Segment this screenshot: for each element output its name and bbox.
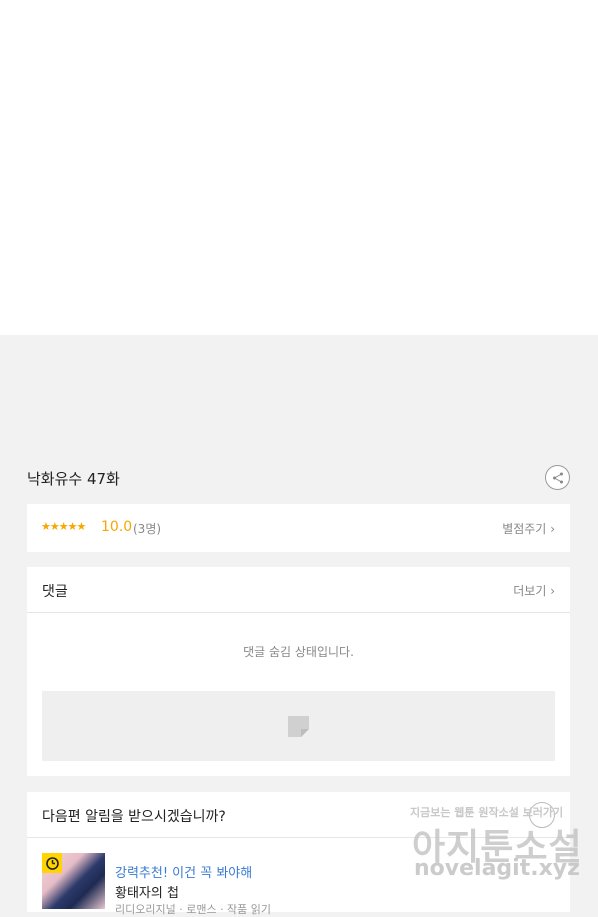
comments-title: 댓글	[42, 584, 68, 600]
rate-button[interactable]: 별점주기 ›	[502, 520, 555, 537]
notify-question: 다음편 알림을 받으시겠습니까?	[42, 809, 226, 825]
episode-header: 낙화유수 47화	[27, 462, 570, 494]
notify-toggle-icon[interactable]	[529, 802, 555, 828]
more-button-label: 더보기	[513, 584, 547, 598]
more-comments-button[interactable]: 더보기 ›	[513, 582, 555, 599]
comment-input-area[interactable]	[42, 691, 555, 761]
notify-header: 다음편 알림을 받으시겠습니까?	[27, 792, 570, 838]
rating-stars: ★★★★★	[41, 520, 86, 533]
document-icon	[288, 716, 309, 737]
share-icon	[552, 472, 563, 483]
comments-hidden-message: 댓글 숨김 상태입니다.	[243, 645, 354, 659]
rating-card: ★★★★★ 10.0 (3명) 별점주기 ›	[27, 504, 570, 552]
comments-card: 댓글 더보기 › 댓글 숨김 상태입니다.	[27, 567, 570, 776]
chevron-right-icon: ›	[550, 522, 555, 536]
episode-title: 낙화유수 47화	[27, 470, 120, 488]
chevron-right-icon: ›	[550, 584, 555, 598]
notify-card: 다음편 알림을 받으시겠습니까? 강력추천! 이건 꼭 봐야해 황태자의 첩 리…	[27, 792, 570, 916]
comments-header: 댓글 더보기 ›	[27, 567, 570, 613]
rating-score: 10.0	[101, 519, 133, 535]
content-area	[0, 0, 598, 335]
recommendation-label[interactable]: 강력추천! 이건 꼭 봐야해	[115, 862, 252, 881]
clock-icon	[42, 853, 62, 873]
recommendation-subtitle: 리디오리지널 · 로맨스 · 작품 읽기	[115, 903, 272, 916]
recommendation-title[interactable]: 황태자의 첩	[115, 882, 179, 901]
rating-count: (3명)	[133, 522, 162, 536]
share-button[interactable]	[545, 465, 570, 490]
recommendation-thumbnail[interactable]	[42, 853, 105, 909]
rate-button-label: 별점주기	[502, 522, 547, 536]
